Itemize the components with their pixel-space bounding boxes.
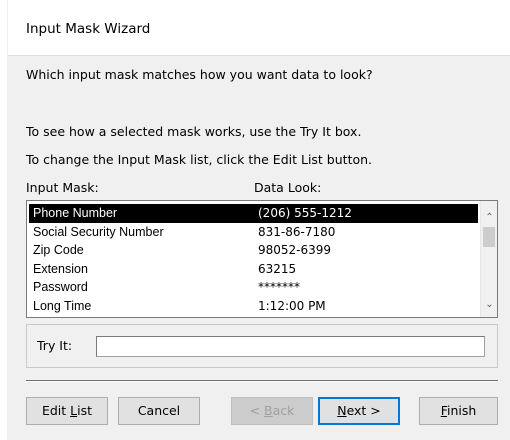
edit-list-hint: To change the Input Mask list, click the… [26,152,373,167]
background-strip [0,0,7,440]
button-divider-highlight [26,381,498,382]
mask-name: Social Security Number [33,224,164,239]
input-mask-list[interactable]: Phone Number (206) 555-1212 Social Secur… [26,200,498,318]
list-rows: Phone Number (206) 555-1212 Social Secur… [27,201,480,317]
try-it-hint: To see how a selected mask works, use th… [26,124,362,139]
dialog-title: Input Mask Wizard [26,21,151,37]
data-look-value: 1:12:00 PM [258,298,326,313]
try-it-label: Try It: [37,338,73,353]
data-look-value: 63215 [258,261,297,276]
data-look-column-header: Data Look: [254,180,322,195]
edit-list-button[interactable]: Edit List [26,397,108,425]
next-button[interactable]: Next > [318,397,400,425]
list-item-zip-code[interactable]: Zip Code 98052-6399 [27,241,480,260]
list-item-phone-number[interactable]: Phone Number (206) 555-1212 [29,204,478,223]
mask-name: Extension [33,261,88,276]
mask-name: Long Time [33,298,92,313]
scroll-up-icon[interactable]: ⌃ [481,209,498,226]
data-look-value: ******* [258,280,300,294]
list-item-social-security-number[interactable]: Social Security Number 831-86-7180 [27,223,480,242]
data-look-value: 831-86-7180 [258,224,336,239]
list-item-long-time[interactable]: Long Time 1:12:00 PM [27,297,480,316]
data-look-value: (206) 555-1212 [258,206,352,220]
list-scrollbar[interactable]: ⌃ ⌄ [480,201,497,317]
input-mask-column-header: Input Mask: [26,180,99,195]
data-look-value: 98052-6399 [258,243,332,257]
cancel-button[interactable]: Cancel [118,397,200,425]
input-mask-wizard-dialog: Input Mask Wizard Which input mask match… [7,0,510,440]
finish-button[interactable]: Finish [419,397,498,425]
try-it-input[interactable] [96,336,485,357]
list-item-extension[interactable]: Extension 63215 [27,260,480,279]
mask-name: Password [33,280,88,294]
scroll-down-icon[interactable]: ⌄ [481,296,498,313]
back-button: < Back [231,397,313,425]
title-bar: Input Mask Wizard [8,0,510,56]
scrollbar-thumb[interactable] [483,227,495,247]
question-text: Which input mask matches how you want da… [26,67,373,82]
mask-name: Phone Number [33,206,118,220]
mask-name: Zip Code [33,243,84,257]
list-item-password[interactable]: Password ******* [27,278,480,297]
try-it-group: Try It: [26,324,498,368]
